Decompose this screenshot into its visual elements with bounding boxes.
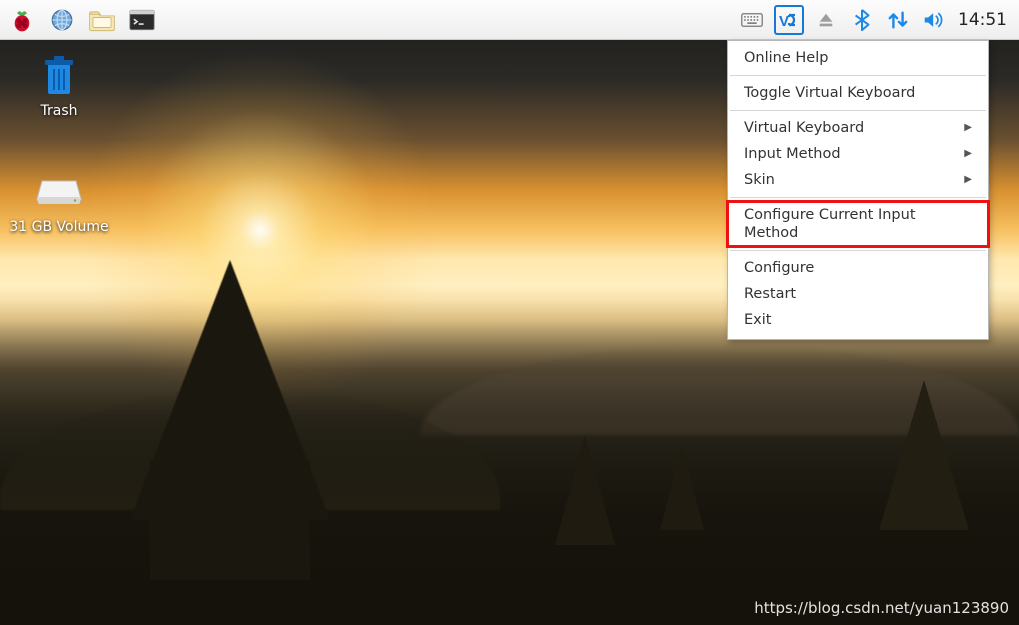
wallpaper-temple-small [660,445,704,530]
menu-item-input-method[interactable]: Input Method ▶ [728,141,988,167]
volume-label: 31 GB Volume [4,219,114,235]
eject-tray-icon[interactable] [812,6,840,34]
menu-item-label: Online Help [744,49,828,67]
volume-icon [923,10,945,30]
eject-icon [817,11,835,29]
raspberry-icon [9,7,35,33]
menu-item-configure[interactable]: Configure [728,255,988,281]
menu-item-label: Configure Current Input Method [744,206,972,242]
panel-clock[interactable]: 14:51 [952,10,1019,30]
vnc-tray-icon[interactable]: V [774,5,804,35]
menu-item-label: Input Method [744,145,841,163]
keyboard-icon [741,12,763,28]
menu-separator [730,75,986,76]
wallpaper-temple-small [879,380,969,530]
keyboard-tray-icon[interactable] [738,6,766,34]
menu-item-virtual-keyboard[interactable]: Virtual Keyboard ▶ [728,115,988,141]
svg-text:V: V [779,13,789,30]
menu-item-label: Virtual Keyboard [744,119,864,137]
top-panel: V 14:51 [0,0,1019,40]
file-manager-button[interactable] [86,4,118,36]
start-menu-button[interactable] [6,4,38,36]
wallpaper-temple-base [150,460,310,580]
terminal-icon [129,9,155,31]
trash-desktop-icon[interactable]: Trash [4,52,114,119]
menu-item-label: Skin [744,171,775,189]
submenu-arrow-icon: ▶ [964,145,972,163]
terminal-button[interactable] [126,4,158,36]
menu-item-label: Restart [744,285,796,303]
menu-item-toggle-virtual-keyboard[interactable]: Toggle Virtual Keyboard [728,80,988,106]
updown-icon [887,9,909,31]
wallpaper-temple-small [555,435,615,545]
menu-separator [730,110,986,111]
drive-icon [35,168,83,216]
menu-separator [730,197,986,198]
trash-icon [35,52,83,100]
menu-item-label: Exit [744,311,771,329]
vnc-icon: V [777,8,801,32]
menu-item-skin[interactable]: Skin ▶ [728,167,988,193]
volume-desktop-icon[interactable]: 31 GB Volume [4,168,114,235]
menu-separator [730,250,986,251]
network-tray-icon[interactable] [884,6,912,34]
menu-item-restart[interactable]: Restart [728,281,988,307]
bluetooth-icon [853,9,871,31]
submenu-arrow-icon: ▶ [964,119,972,137]
menu-item-label: Configure [744,259,814,277]
globe-icon [49,7,75,33]
watermark-text: https://blog.csdn.net/yuan123890 [754,599,1009,617]
menu-item-exit[interactable]: Exit [728,307,988,333]
submenu-arrow-icon: ▶ [964,171,972,189]
folder-icon [88,8,116,32]
trash-label: Trash [4,103,114,119]
bluetooth-tray-icon[interactable] [848,6,876,34]
web-browser-button[interactable] [46,4,78,36]
menu-item-label: Toggle Virtual Keyboard [744,84,915,102]
volume-tray-icon[interactable] [920,6,948,34]
menu-item-configure-current-input-method[interactable]: Configure Current Input Method [728,202,988,246]
input-method-context-menu: Online Help Toggle Virtual Keyboard Virtua… [727,40,989,340]
menu-item-online-help[interactable]: Online Help [728,45,988,71]
